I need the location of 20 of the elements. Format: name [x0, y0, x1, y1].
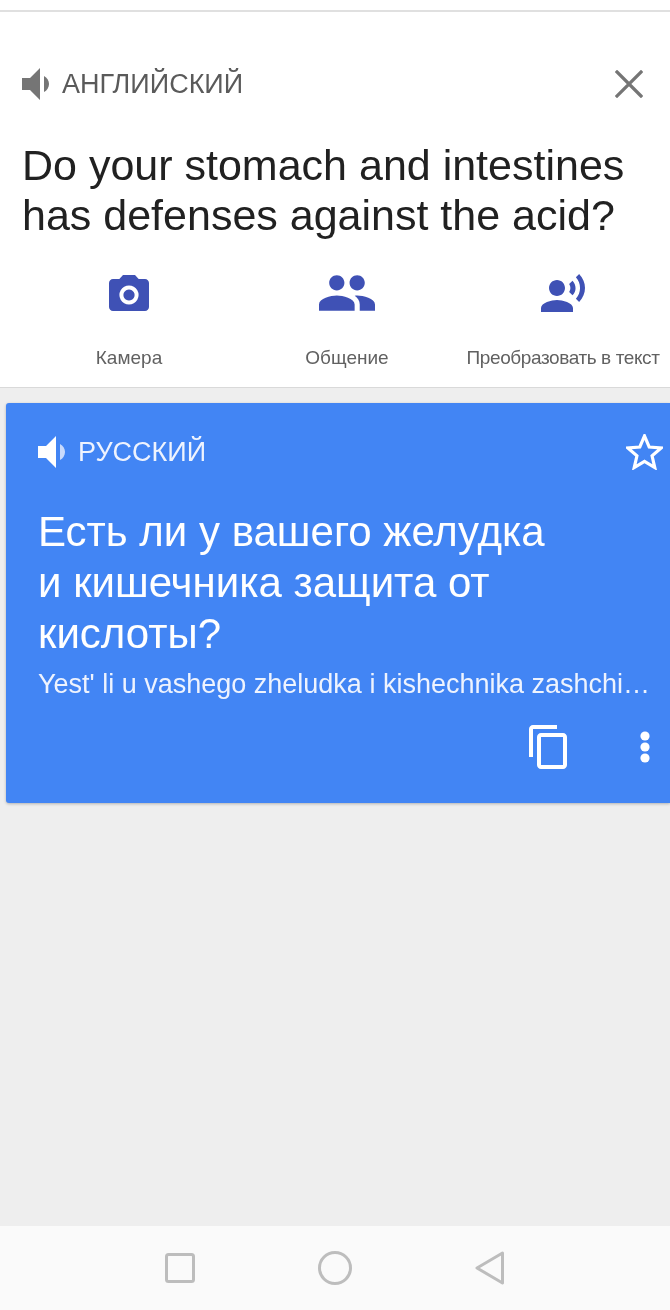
close-icon[interactable]: [615, 70, 643, 98]
triangle-icon[interactable]: [475, 1251, 505, 1285]
source-text: Do your stomach and intestines has defenses against the acid?: [22, 140, 626, 240]
camera-button[interactable]: Камера: [20, 273, 238, 370]
square-icon[interactable]: [165, 1253, 195, 1283]
transliteration-text: Yest' li u vashego zheludka i kishechnika zashchi…: [38, 669, 651, 699]
translation-text: Есть ли у вашего желудка и кишечника защита от кислоты?: [38, 507, 546, 659]
person-speaking-icon: [541, 274, 585, 312]
speaker-icon[interactable]: [38, 436, 66, 468]
transcribe-button[interactable]: Преобразовать в текст: [456, 273, 670, 370]
star-icon[interactable]: [626, 434, 663, 470]
more-options-icon[interactable]: [640, 731, 650, 763]
people-icon: [319, 275, 375, 311]
circle-icon[interactable]: [318, 1251, 352, 1285]
copy-icon[interactable]: [528, 725, 568, 769]
speaker-icon[interactable]: [22, 68, 50, 100]
target-language-label: РУССКИЙ: [78, 435, 208, 469]
conversation-button[interactable]: Общение: [238, 273, 456, 370]
source-language-label: АНГЛИЙСКИЙ: [62, 67, 245, 101]
camera-icon: [108, 275, 150, 311]
